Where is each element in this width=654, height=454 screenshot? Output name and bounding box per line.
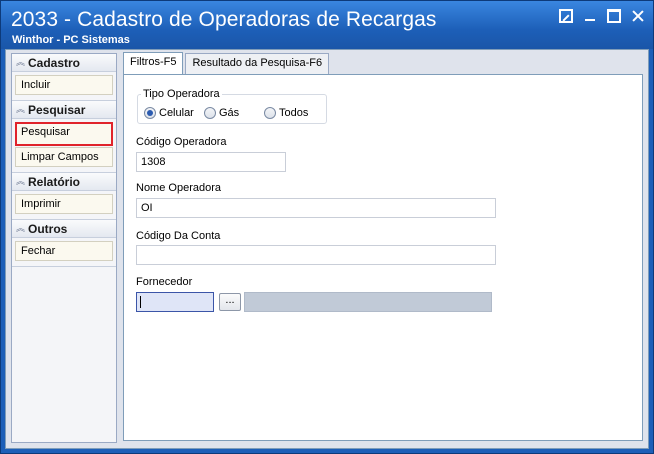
- sidebar-group-cadastro[interactable]: ︽ Cadastro: [12, 54, 116, 72]
- chevron-up-icon: ︽: [16, 104, 26, 114]
- sidebar-group-pesquisar[interactable]: ︽ Pesquisar: [12, 101, 116, 119]
- codigo-operadora-label: Código Operadora: [136, 136, 227, 148]
- group-body: Pesquisar Limpar Campos: [12, 119, 116, 173]
- imprimir-button[interactable]: Imprimir: [15, 194, 113, 214]
- text-caret: [140, 296, 141, 308]
- fornecedor-input[interactable]: [136, 292, 214, 312]
- radio-todos[interactable]: Todos: [264, 106, 308, 120]
- radio-celular[interactable]: Celular: [144, 106, 194, 120]
- chevron-up-icon: ︽: [16, 223, 26, 233]
- pesquisar-button[interactable]: Pesquisar: [15, 122, 113, 146]
- fornecedor-label: Fornecedor: [136, 276, 193, 288]
- maximize-icon[interactable]: [607, 9, 621, 23]
- radio-label: Gás: [219, 107, 240, 119]
- minimize-icon[interactable]: [583, 9, 597, 23]
- radio-label: Celular: [159, 107, 194, 119]
- radio-gas[interactable]: Gás: [204, 106, 239, 120]
- incluir-button[interactable]: Incluir: [15, 75, 113, 95]
- radio-label: Todos: [279, 107, 309, 119]
- tipo-operadora-label: Tipo Operadora: [141, 88, 222, 100]
- sidebar-group-outros[interactable]: ︽ Outros: [12, 220, 116, 238]
- window-subtitle: Winthor - PC Sistemas: [12, 34, 130, 46]
- fornecedor-name-display: [244, 292, 492, 312]
- radio-unselected-icon: [264, 107, 276, 119]
- nome-operadora-input[interactable]: OI: [136, 198, 496, 218]
- app-window: 2033 - Cadastro de Operadoras de Recarga…: [0, 0, 654, 454]
- group-title: Relatório: [28, 175, 81, 189]
- codigo-operadora-input[interactable]: 1308: [136, 152, 286, 172]
- group-title: Pesquisar: [28, 103, 86, 117]
- tab-resultado[interactable]: Resultado da Pesquisa-F6: [185, 53, 330, 74]
- fechar-button[interactable]: Fechar: [15, 241, 113, 261]
- codigo-conta-input[interactable]: [136, 245, 496, 265]
- client-area: ︽ Cadastro Incluir ︽ Pesquisar Pesquisar…: [5, 49, 649, 449]
- sidebar: ︽ Cadastro Incluir ︽ Pesquisar Pesquisar…: [11, 53, 117, 443]
- window-title: 2033 - Cadastro de Operadoras de Recarga…: [11, 8, 437, 31]
- group-body: Fechar: [12, 238, 116, 267]
- restore-icon[interactable]: [559, 9, 573, 23]
- group-title: Cadastro: [28, 56, 81, 70]
- group-body: Incluir: [12, 72, 116, 101]
- chevron-up-icon: ︽: [16, 57, 26, 67]
- radio-unselected-icon: [204, 107, 216, 119]
- nome-operadora-label: Nome Operadora: [136, 182, 221, 194]
- fornecedor-browse-button[interactable]: ...: [219, 293, 241, 311]
- group-body: Imprimir: [12, 191, 116, 220]
- limpar-campos-button[interactable]: Limpar Campos: [15, 147, 113, 167]
- radio-selected-icon: [144, 107, 156, 119]
- title-bar[interactable]: 2033 - Cadastro de Operadoras de Recarga…: [1, 1, 653, 49]
- window-controls: [559, 9, 645, 23]
- tab-filtros[interactable]: Filtros-F5: [123, 52, 184, 75]
- group-title: Outros: [28, 222, 68, 236]
- sidebar-group-relatorio[interactable]: ︽ Relatório: [12, 173, 116, 191]
- filters-panel: Tipo Operadora Celular Gás Todos Código …: [123, 74, 643, 441]
- chevron-up-icon: ︽: [16, 176, 26, 186]
- close-icon[interactable]: [631, 9, 645, 23]
- tab-strip: Filtros-F5 Resultado da Pesquisa-F6: [123, 52, 331, 75]
- codigo-conta-label: Código Da Conta: [136, 230, 221, 242]
